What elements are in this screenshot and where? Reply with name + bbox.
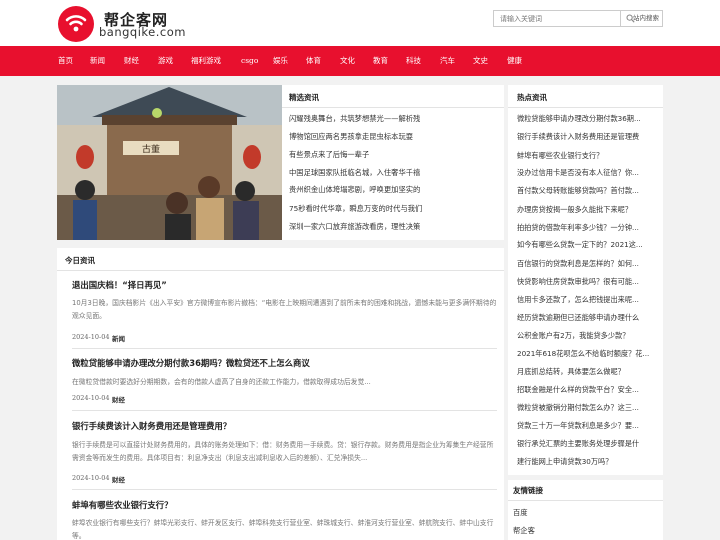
featured-news-item[interactable]: 75秒看时代华章，瞬息万变的时代与我们	[289, 204, 439, 214]
hot-news-item[interactable]: 拍拍贷的借款年利率多少钱？一分钟...	[517, 223, 660, 233]
featured-news-item[interactable]: 深圳一家六口放弃旅游改看房，理性决策	[289, 222, 439, 232]
nav-item-welfare-games[interactable]: 福利游戏	[191, 46, 221, 76]
hot-news-title: 热点资讯	[517, 93, 547, 102]
nav-item-education[interactable]: 教育	[373, 46, 388, 76]
article-category[interactable]: 新闻	[112, 333, 125, 343]
article-category[interactable]: 财经	[112, 474, 125, 484]
featured-news-item[interactable]: 闪耀残奥舞台，共筑梦想禁光——解析残	[289, 114, 439, 124]
hot-news-item[interactable]: 办理房贷按揭一般多久能批下来呢？	[517, 205, 660, 215]
featured-news-item[interactable]: 中国足球国家队抵临名城，入住奢华千禧	[289, 168, 439, 178]
site-header: 帮企客网 bangqike.com 站内搜索	[0, 0, 720, 46]
article-excerpt: 蚌埠农业银行有哪些支行？蚌埠光彩支行、蚌开发区支行、蚌埠科苑支行营业室、蚌珠城支…	[72, 519, 494, 540]
article-excerpt: 在微粒贷借款时要选好分期期数，会有的借款人虚高了自身的还款工作能力，借款取得成功…	[72, 378, 371, 386]
nav-item-health[interactable]: 健康	[507, 46, 522, 76]
hot-news-item[interactable]: 公积金账户有2万，我能贷多少款？	[517, 331, 660, 341]
site-logo[interactable]	[58, 6, 94, 42]
hot-news-item[interactable]: 经历贷款逾期但已还能够申请办理什么	[517, 313, 660, 323]
today-news-title: 今日资讯	[65, 256, 95, 265]
hot-news-item[interactable]: 蚌埠有哪些农业银行支行？	[517, 151, 660, 161]
featured-news-panel: 精选资讯 闪耀残奥舞台，共筑梦想禁光——解析残 博物馆回应两名男孩拿走昆虫标本玩…	[282, 85, 504, 240]
featured-news-item[interactable]: 贵州织金山体垮塌悲剧，呼唤更加坚实的	[289, 185, 439, 195]
hot-news-item[interactable]: 首付款父母转账能够贷款吗？首付款...	[517, 186, 660, 196]
friend-link[interactable]: 帮企客	[513, 526, 535, 536]
divider	[508, 500, 663, 501]
hot-news-item[interactable]: 2021年618花呗怎么不给临时额度？花...	[517, 349, 660, 359]
featured-news-title: 精选资讯	[289, 93, 319, 102]
divider	[57, 270, 504, 271]
nav-item-auto[interactable]: 汽车	[440, 46, 455, 76]
hot-news-item[interactable]: 微粒贷能够申请办理改分期付款36期...	[517, 114, 660, 124]
divider	[72, 489, 497, 490]
article-title[interactable]: 微粒贷能够申请办理改分期付款36期吗？微粒贷还不上怎么商议	[72, 357, 310, 369]
article-excerpt: 银行手续费是可以直接计处财务费用的，具体的账务处理如下：借：财务费用—手续费。贷…	[72, 441, 494, 462]
divider	[508, 107, 663, 108]
friend-link[interactable]: 百度	[513, 508, 528, 518]
hot-news-item[interactable]: 如今有哪些么贷款一定下的？2021这...	[517, 240, 660, 250]
article-date: 2024-10-04	[72, 394, 110, 402]
friend-links-panel: 友情链接 百度 帮企客	[508, 480, 663, 540]
article-title[interactable]: 退出国庆档！“择日再见”	[72, 279, 167, 291]
nav-item-sports[interactable]: 体育	[306, 46, 321, 76]
hot-news-item[interactable]: 银行手续费该计入财务费用还是管理费	[517, 132, 660, 142]
article-excerpt: 10月3日晚，国庆档影片《出入平安》官方微博宣布影片撤档：“电影在上映期间遭遇到…	[72, 299, 497, 320]
wifi-signal-icon	[65, 15, 87, 32]
friend-links-title: 友情链接	[513, 486, 543, 495]
featured-image[interactable]: 古董	[57, 85, 282, 240]
hot-news-item[interactable]: 微粒贷被撤销分期付款怎么办？这三...	[517, 403, 660, 413]
featured-illustration: 古董	[57, 85, 282, 240]
divider	[72, 410, 497, 411]
article-title[interactable]: 蚌埠有哪些农业银行支行？	[72, 499, 173, 511]
article-date: 2024-10-04	[72, 333, 110, 341]
nav-item-entertainment[interactable]: 娱乐	[273, 46, 288, 76]
main-nav: 首页 新闻 财经 游戏 福利游戏 csgo 娱乐 体育 文化 教育 科技 汽车 …	[0, 46, 720, 76]
nav-item-news[interactable]: 新闻	[90, 46, 105, 76]
hot-news-item[interactable]: 快贷影响住房贷款审批吗？很有可能...	[517, 277, 660, 287]
article-title[interactable]: 银行手续费该计入财务费用还是管理费用？	[72, 420, 231, 432]
divider	[282, 107, 504, 108]
search-icon	[626, 14, 635, 23]
hot-news-item[interactable]: 月底抓总结转，具体要怎么做呢？	[517, 367, 660, 377]
hot-news-item[interactable]: 没办过信用卡是否没有本人征信？你...	[517, 168, 660, 178]
hot-news-item[interactable]: 贷款三十万一年贷款利息是多少？要...	[517, 421, 660, 431]
site-domain[interactable]: bangqike.com	[99, 25, 186, 39]
hot-news-item[interactable]: 银行承兑汇票的主要账务处理步骤是什	[517, 439, 660, 449]
article-category[interactable]: 财经	[112, 394, 125, 404]
hot-news-panel: 热点资讯 微粒贷能够申请办理改分期付款36期... 银行手续费该计入财务费用还是…	[508, 85, 663, 475]
nav-item-culture[interactable]: 文化	[340, 46, 355, 76]
nav-item-history[interactable]: 文史	[473, 46, 488, 76]
nav-item-home[interactable]: 首页	[58, 46, 73, 76]
nav-item-csgo[interactable]: csgo	[241, 46, 258, 76]
nav-item-finance[interactable]: 财经	[124, 46, 139, 76]
nav-item-technology[interactable]: 科技	[406, 46, 421, 76]
hot-news-item[interactable]: 建行能网上申请贷款30万吗？	[517, 457, 660, 467]
nav-item-games[interactable]: 游戏	[158, 46, 173, 76]
featured-news-item[interactable]: 博物馆回应两名男孩拿走昆虫标本玩耍	[289, 132, 439, 142]
sign-text: 古董	[142, 143, 160, 155]
hot-news-item[interactable]: 百信银行的贷款利息是怎样的？如何...	[517, 259, 660, 269]
divider	[72, 348, 497, 349]
today-news-panel: 今日资讯 退出国庆档！“择日再见” 10月3日晚，国庆档影片《出入平安》官方微博…	[57, 248, 504, 540]
hot-news-item[interactable]: 信用卡多还款了，怎么把钱提出来呢...	[517, 295, 660, 305]
hot-news-item[interactable]: 招联金融是什么样的贷款平台？安全...	[517, 385, 660, 395]
article-date: 2024-10-04	[72, 474, 110, 482]
search-input[interactable]	[493, 10, 621, 27]
featured-news-item[interactable]: 有些景点来了后悔一辈子	[289, 150, 439, 160]
